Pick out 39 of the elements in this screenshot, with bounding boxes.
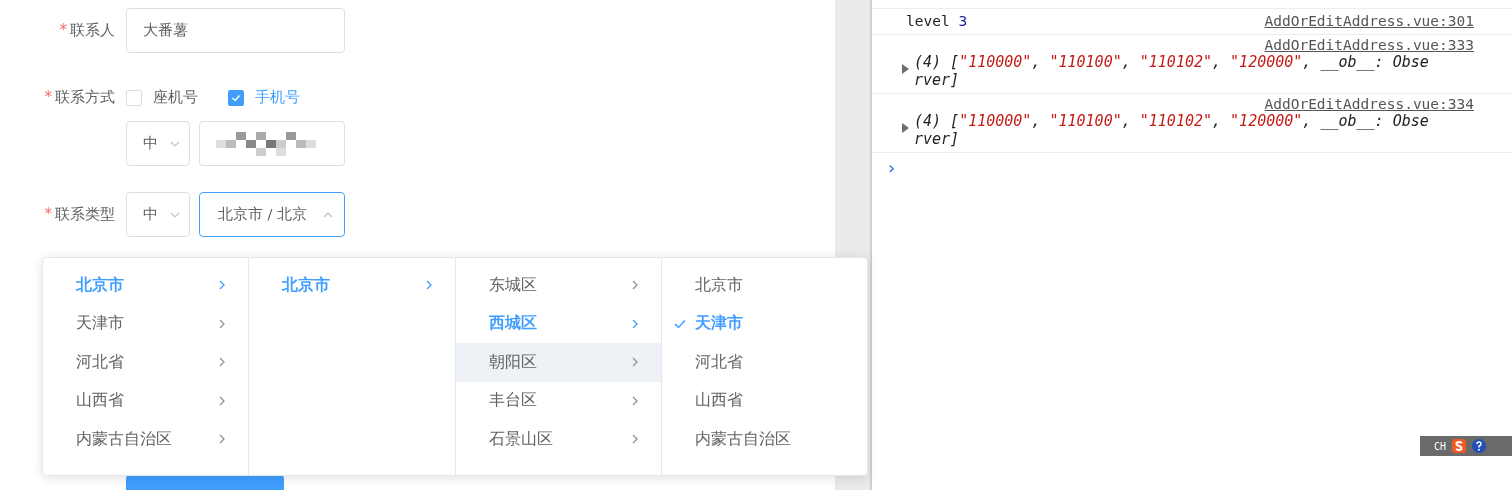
required-asterisk: * [44, 88, 52, 107]
check-icon [673, 318, 686, 329]
source-link[interactable]: AddOrEditAddress.vue:333 [1264, 37, 1474, 53]
cascader-option[interactable]: 内蒙古自治区 [43, 420, 249, 459]
region-cascader[interactable]: 北京市 / 北京 [199, 192, 345, 237]
contact-person-input[interactable]: 大番薯 [126, 8, 345, 53]
required-asterisk: * [59, 21, 67, 40]
checkbox[interactable] [228, 89, 244, 106]
cascader-option[interactable]: 天津市 [43, 304, 249, 343]
source-link[interactable]: AddOrEditAddress.vue:334 [1264, 96, 1474, 112]
required-asterisk: * [44, 205, 52, 224]
field-label: 联系类型 [55, 205, 115, 224]
check-icon [231, 92, 241, 103]
field-label: 联系方式 [55, 88, 115, 107]
input-method-icon[interactable] [1452, 439, 1467, 453]
console-prompt[interactable]: › [886, 157, 897, 178]
field-label: 联系人 [70, 21, 115, 40]
console-message: level 3 [906, 13, 968, 29]
cascader-option[interactable]: 内蒙古自治区 [661, 420, 867, 459]
expand-triangle-icon[interactable] [902, 64, 910, 74]
source-link[interactable]: AddOrEditAddress.vue:301 [1264, 13, 1474, 29]
language-indicator[interactable]: CH [1434, 440, 1447, 452]
cascader-option[interactable]: 北京市 [661, 266, 867, 305]
help-icon[interactable] [1472, 439, 1487, 453]
cascader-option[interactable]: 朝阳区 [455, 343, 661, 382]
console-array: (4) ["110000", "110100", "110102", "120000", __ob__: Observer] [914, 112, 1430, 148]
cascader-option[interactable]: 山西省 [43, 381, 249, 420]
cascader-option[interactable]: 河北省 [43, 343, 249, 382]
cascader-option[interactable]: 河北省 [661, 343, 867, 382]
console-array: (4) ["110000", "110100", "110102", "120000", __ob__: Observer] [914, 53, 1430, 89]
checkbox-label[interactable]: 座机号 [153, 88, 198, 107]
type-select[interactable]: 中 [126, 192, 190, 237]
cascader-option[interactable]: 东城区 [455, 266, 661, 305]
phone-input[interactable] [199, 121, 345, 166]
cascader-option[interactable]: 山西省 [661, 381, 867, 420]
expand-triangle-icon[interactable] [902, 123, 910, 133]
country-code-select[interactable]: 中 [126, 121, 190, 166]
cascader-option[interactable]: 丰台区 [455, 381, 661, 420]
cascader-option[interactable]: 石景山区 [455, 420, 661, 459]
